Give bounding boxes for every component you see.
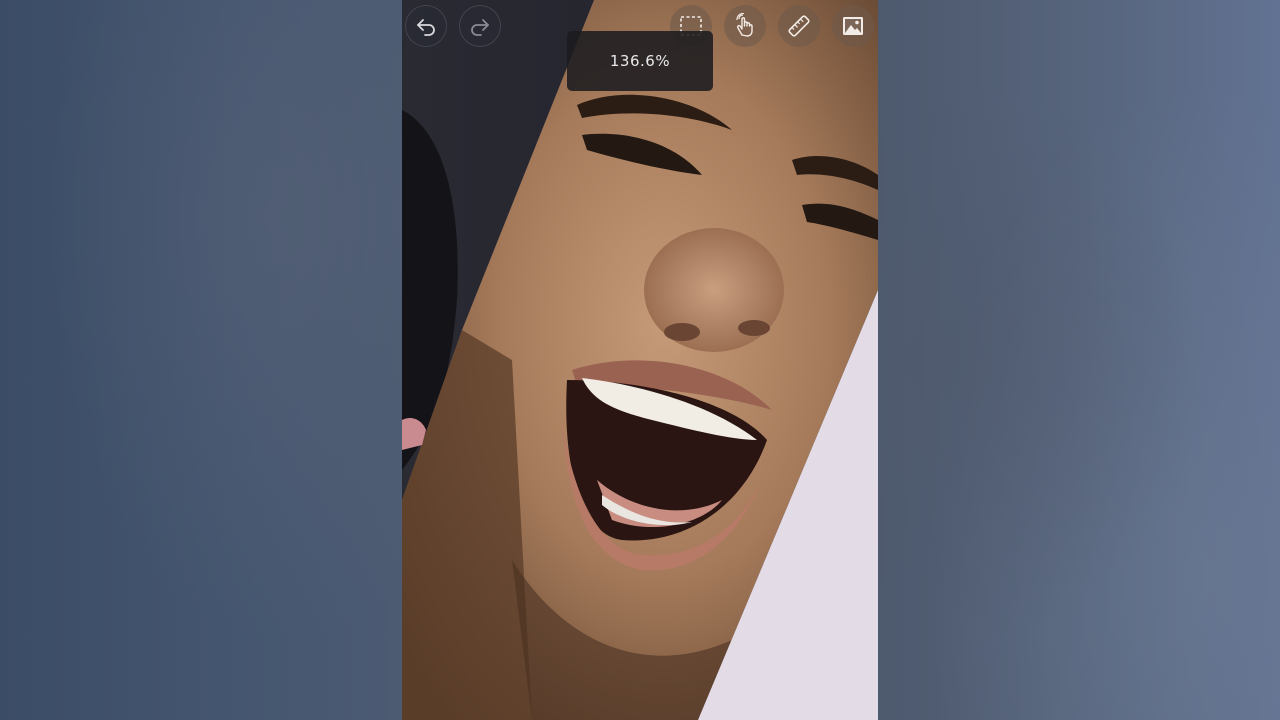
redo-button[interactable] <box>459 5 501 47</box>
image-tool-button[interactable] <box>832 5 874 47</box>
ruler-tool-button[interactable] <box>778 5 820 47</box>
screen: 136.6% <box>0 0 1280 720</box>
zoom-level-text: 136.6% <box>609 52 671 70</box>
canvas-photo <box>402 0 878 720</box>
redo-icon <box>471 19 489 36</box>
undo-icon <box>417 19 435 36</box>
undo-button[interactable] <box>405 5 447 47</box>
background-blur-right <box>878 0 1280 720</box>
gesture-tool-button[interactable] <box>724 5 766 47</box>
drawing-canvas[interactable]: 136.6% <box>402 0 878 720</box>
image-icon <box>843 17 863 35</box>
gesture-icon <box>736 13 753 37</box>
zoom-level-toast: 136.6% <box>567 31 713 91</box>
background-blur-left <box>0 0 402 720</box>
ruler-icon <box>788 15 810 37</box>
